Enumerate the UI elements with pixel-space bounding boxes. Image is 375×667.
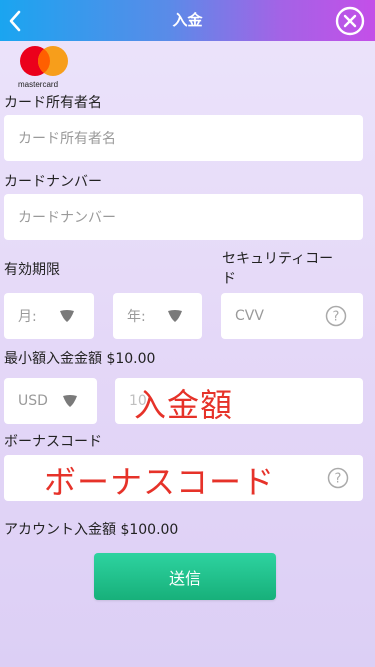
amount-overlay-text: 入金額	[134, 386, 234, 424]
security-label-line2: ド	[222, 271, 236, 287]
dropdown-arrow-icon	[168, 310, 182, 322]
min-amount-label: 最小額入金金額 $10.00	[4, 351, 156, 367]
expiry-label: 有効期限	[4, 262, 60, 278]
security-label-line1: セキュリティコー	[222, 251, 334, 267]
cvv-input[interactable]: CVV ?	[221, 293, 363, 339]
number-placeholder: カードナンバー	[18, 210, 116, 226]
header-bar: 入金	[0, 0, 375, 41]
month-placeholder: 月:	[18, 309, 37, 325]
mastercard-logo-text: mastercard	[18, 80, 59, 89]
number-label: カードナンバー	[4, 174, 102, 190]
account-amount-label: アカウント入金額 $100.00	[4, 522, 179, 538]
svg-text:?: ?	[335, 472, 342, 487]
card-number-input[interactable]: カードナンバー	[4, 194, 363, 240]
svg-text:?: ?	[333, 310, 340, 325]
holder-input[interactable]: カード所有者名	[4, 115, 363, 161]
help-question-icon[interactable]: ?	[325, 305, 347, 327]
bonus-label: ボーナスコード	[4, 434, 102, 450]
dropdown-arrow-icon	[63, 395, 77, 407]
close-circle-x-icon	[335, 6, 365, 36]
month-select[interactable]: 月:	[4, 293, 94, 339]
currency-select[interactable]: USD	[4, 378, 97, 424]
currency-value: USD	[18, 393, 48, 409]
security-label: セキュリティコー ド	[222, 249, 333, 289]
close-button[interactable]	[335, 6, 365, 36]
holder-placeholder: カード所有者名	[18, 131, 116, 147]
year-placeholder: 年:	[127, 309, 146, 325]
submit-button[interactable]: 送信	[94, 553, 276, 600]
bonus-overlay-text: ボーナスコード	[44, 463, 276, 501]
holder-label: カード所有者名	[4, 95, 102, 111]
cvv-placeholder: CVV	[235, 308, 264, 324]
year-select[interactable]: 年:	[113, 293, 202, 339]
help-question-icon[interactable]: ?	[327, 467, 349, 489]
dropdown-arrow-icon	[60, 310, 74, 322]
page-title: 入金	[172, 11, 203, 29]
